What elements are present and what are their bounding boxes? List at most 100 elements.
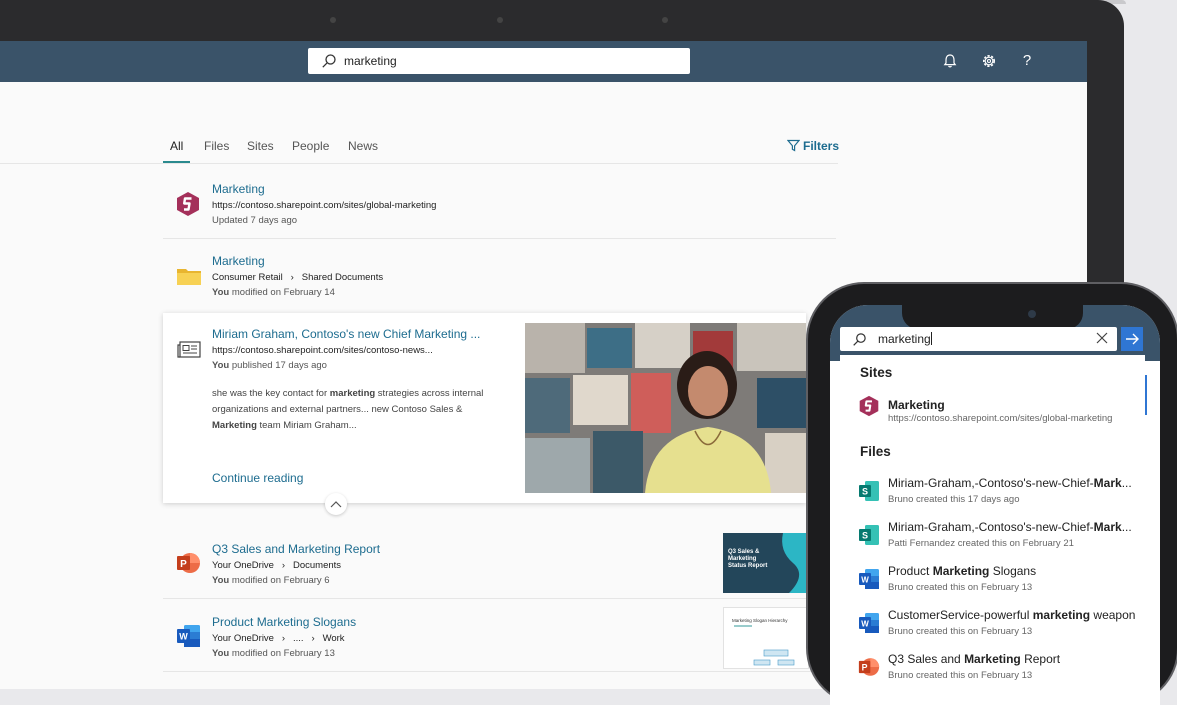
suggestion-title: Miriam-Graham,-Contoso's-new-Chief-Mark.… [888, 520, 1132, 534]
result-modified: You modified on February 14 [212, 287, 335, 298]
active-tab-indicator [163, 161, 190, 163]
suggestion-title: Q3 Sales and Marketing Report [888, 652, 1061, 666]
result-item-expanded[interactable]: Miriam Graham, Contoso's new Chief Marke… [163, 313, 806, 503]
svg-text:W: W [861, 576, 869, 585]
sway-icon: S [859, 525, 879, 545]
chevron-right-icon: › [276, 633, 291, 644]
tab-sites[interactable]: Sites [247, 139, 274, 153]
phone-search-box[interactable]: marketing [840, 327, 1117, 351]
bell-icon[interactable] [941, 52, 959, 70]
search-input[interactable]: marketing [344, 54, 397, 68]
phone-camera [1028, 310, 1036, 318]
suggestion-title: Product Marketing Slogans [888, 564, 1037, 578]
result-item[interactable]: Marketing Consumer Retail › Shared Docum… [163, 251, 836, 311]
result-item[interactable]: W Product Marketing Slogans Your OneDriv… [163, 607, 836, 672]
breadcrumb-item: Your OneDrive [212, 633, 274, 644]
laptop-sensor [330, 17, 336, 23]
svg-text:S: S [862, 487, 868, 497]
result-title[interactable]: Miriam Graham, Contoso's new Chief Marke… [212, 327, 480, 341]
breadcrumb-item: Consumer Retail [212, 272, 283, 283]
result-item[interactable]: P Q3 Sales and Marketing Report Your One… [163, 533, 836, 599]
search-icon [322, 54, 336, 68]
suggestion-title: CustomerService-powerful marketing weapo… [888, 608, 1136, 622]
tab-all[interactable]: All [170, 139, 183, 153]
result-published: You published 17 days ago [212, 360, 327, 371]
close-icon[interactable] [1095, 331, 1109, 345]
result-item[interactable]: Marketing https://contoso.sharepoint.com… [163, 179, 836, 239]
suggestions-heading-files: Files [860, 444, 891, 459]
search-box[interactable]: marketing [308, 48, 690, 74]
result-title[interactable]: Marketing [212, 182, 265, 196]
suggestion-meta: Bruno created this on February 13 [888, 626, 1033, 637]
suite-bar: marketing ? [0, 41, 1087, 82]
arrow-right-icon [1126, 333, 1139, 345]
result-updated: Updated 7 days ago [212, 215, 298, 226]
suggestion-meta: Bruno created this on February 13 [888, 582, 1033, 593]
sharepoint-site-icon [177, 192, 199, 216]
collapse-button[interactable] [325, 493, 347, 515]
result-title[interactable]: Q3 Sales and Marketing Report [212, 542, 380, 556]
laptop-sensor [662, 17, 668, 23]
sharepoint-site-icon [859, 395, 879, 417]
news-icon [177, 341, 201, 358]
svg-text:W: W [179, 632, 188, 642]
continue-reading-link[interactable]: Continue reading [212, 471, 303, 485]
tabs-divider [0, 163, 838, 164]
result-title[interactable]: Marketing [212, 254, 265, 268]
result-divider [163, 671, 836, 672]
svg-text:W: W [861, 620, 869, 629]
word-icon: W [859, 613, 879, 633]
chevron-right-icon: › [276, 560, 291, 571]
chevron-right-icon: › [306, 633, 320, 644]
search-submit-button[interactable] [1121, 327, 1143, 351]
svg-text:P: P [180, 559, 187, 570]
tab-news[interactable]: News [348, 139, 378, 153]
phone-search-input[interactable]: marketing [878, 332, 932, 346]
filters-button[interactable]: Filters [786, 139, 840, 153]
result-modified: You modified on February 6 [212, 575, 330, 586]
suggestion-title: Marketing [888, 398, 945, 412]
gear-icon[interactable] [980, 52, 998, 70]
result-divider [163, 238, 836, 239]
word-icon: W [859, 569, 879, 589]
article-photo [525, 323, 806, 493]
powerpoint-icon: P [177, 553, 200, 573]
phone-search-screen: marketing Sites Marketing https://contos… [830, 305, 1160, 705]
breadcrumb-item: Your OneDrive [212, 560, 274, 571]
search-suggestions-dropdown: Sites Marketing https://contoso.sharepoi… [840, 355, 1145, 705]
laptop-camera [497, 17, 503, 23]
result-modified: You modified on February 13 [212, 648, 335, 659]
folder-icon [177, 269, 201, 285]
suggestions-heading-sites: Sites [860, 365, 893, 380]
breadcrumb: Your OneDrive › Documents [212, 560, 341, 571]
file-thumbnail: Q3 Sales & Marketing Status Report [723, 533, 807, 593]
breadcrumb: Consumer Retail › Shared Documents [212, 272, 383, 283]
thumbnail-caption: Q3 Sales & Marketing Status Report [728, 549, 768, 569]
result-url: https://contoso.sharepoint.com/sites/con… [212, 345, 433, 356]
word-icon: W [177, 625, 200, 647]
file-thumbnail: Marketing Slogan Hierarchy [723, 607, 809, 669]
result-url: https://contoso.sharepoint.com/sites/glo… [212, 200, 437, 211]
breadcrumb-item: Documents [292, 560, 342, 571]
tab-files[interactable]: Files [204, 139, 229, 153]
powerpoint-icon: P [858, 658, 880, 676]
phone-notch [902, 305, 1083, 329]
scrollbar[interactable] [1145, 375, 1147, 415]
filters-label: Filters [803, 139, 840, 153]
sway-icon: S [859, 481, 879, 501]
breadcrumb-item: Work [322, 633, 345, 644]
suggestion-meta: Bruno created this 17 days ago [888, 494, 1020, 505]
help-icon[interactable]: ? [1018, 52, 1036, 70]
chevron-up-icon [330, 501, 342, 508]
tab-people[interactable]: People [292, 139, 329, 153]
suggestion-meta: Bruno created this on February 13 [888, 670, 1033, 681]
suggestion-meta: Patti Fernandez created this on February… [888, 538, 1074, 549]
chevron-right-icon: › [285, 272, 300, 283]
result-title[interactable]: Product Marketing Slogans [212, 615, 356, 629]
search-icon [853, 333, 866, 346]
result-snippet: she was the key contact for marketing st… [212, 388, 484, 431]
svg-text:S: S [862, 531, 868, 541]
breadcrumb-item: Shared Documents [301, 272, 384, 283]
suggestion-url: https://contoso.sharepoint.com/sites/glo… [888, 413, 1113, 424]
breadcrumb: Your OneDrive › .... › Work [212, 633, 345, 644]
